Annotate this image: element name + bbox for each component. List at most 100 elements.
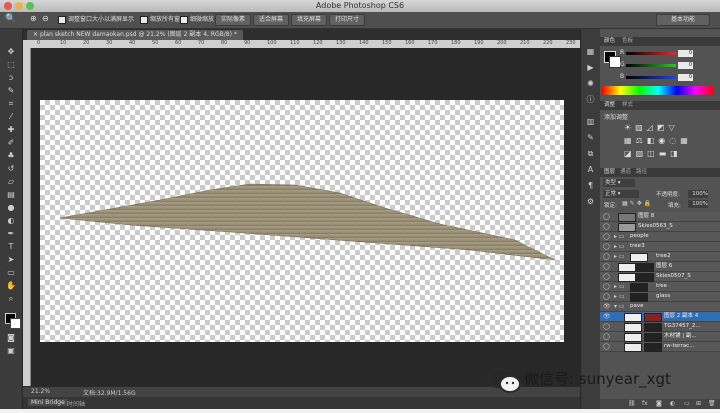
character-panel-icon[interactable]: A <box>585 165 596 175</box>
actual-pixels-button[interactable]: 实际像素 <box>215 14 251 26</box>
channel-b-slider[interactable] <box>626 76 676 79</box>
blur-tool-icon[interactable]: ● <box>4 203 18 213</box>
curves-icon[interactable]: ◿ <box>647 123 657 132</box>
hue-sat-icon[interactable]: ▦ <box>624 136 636 145</box>
fill-input[interactable]: 100% <box>688 200 708 208</box>
layer-row[interactable]: ◯ TG37457_2... <box>600 322 720 332</box>
document-tab[interactable]: ✕ plan sketch NEW damaokan.psd @ 21.2% (… <box>27 30 243 40</box>
brush-preset-icon[interactable]: ✺ <box>585 79 596 89</box>
document-size[interactable]: 文档:32.9M/1.56G <box>83 388 136 397</box>
healing-tool-icon[interactable]: ✚ <box>4 125 18 135</box>
document-canvas[interactable] <box>40 100 564 342</box>
zoom-tool-icon[interactable]: 🔍 <box>5 14 16 24</box>
visibility-icon[interactable]: ◯ <box>603 323 610 330</box>
dodge-tool-icon[interactable]: ◐ <box>4 216 18 226</box>
layer-row[interactable]: ◯ rw-terrac... <box>600 342 720 352</box>
layer-group-row[interactable]: ◯ ▸ ▭ glass <box>600 292 720 302</box>
fit-screen-button[interactable]: 适合屏幕 <box>253 14 289 26</box>
layer-group-row[interactable]: ◯ ▸ ▭ tree2 <box>600 252 720 262</box>
clone-source-icon[interactable]: ⧉ <box>585 149 596 159</box>
color-balance-icon[interactable]: ⚖ <box>636 136 647 145</box>
color-lookup-icon[interactable]: ▦ <box>680 136 692 145</box>
opacity-input[interactable]: 100% <box>688 190 708 198</box>
channel-mixer-icon[interactable]: ◌ <box>669 136 680 145</box>
history-panel-icon[interactable]: ▦ <box>585 47 596 57</box>
visibility-icon[interactable]: 👁 <box>603 313 611 320</box>
canvas-area[interactable] <box>31 48 580 386</box>
tab-layers[interactable]: 图层 <box>604 168 615 177</box>
lock-icons[interactable]: ▦✎✥🔒 <box>622 200 653 207</box>
channel-r-slider[interactable] <box>626 52 676 55</box>
background-color-swatch[interactable] <box>10 318 21 329</box>
layer-filter-kind[interactable]: 类型 ▾ <box>603 179 635 187</box>
layer-group-row[interactable]: 👁 ▾ ▭ pave <box>600 302 720 312</box>
visibility-icon[interactable]: ◯ <box>603 243 610 250</box>
marquee-tool-icon[interactable]: ⬚ <box>4 60 18 70</box>
visibility-icon[interactable]: ◯ <box>603 223 610 230</box>
lasso-tool-icon[interactable]: ↄ <box>4 73 18 83</box>
link-layers-icon[interactable]: ⛓ <box>628 399 636 409</box>
photo-filter-icon[interactable]: ◉ <box>658 136 669 145</box>
workspace-switcher[interactable]: 基本功能 <box>656 14 710 26</box>
black-white-icon[interactable]: ◧ <box>647 136 659 145</box>
visibility-icon[interactable]: ◯ <box>603 273 610 280</box>
zoom-level[interactable]: 21.2% <box>31 388 50 395</box>
path-select-tool-icon[interactable]: ➤ <box>4 255 18 265</box>
tab-adjustments[interactable]: 调整 <box>604 101 615 110</box>
color-spectrum-bar[interactable] <box>602 86 714 95</box>
visibility-icon[interactable]: ◯ <box>603 283 610 290</box>
screen-mode-icon[interactable]: ▣ <box>4 346 18 356</box>
visibility-icon[interactable]: ◯ <box>603 253 610 260</box>
close-doc-icon[interactable]: ✕ <box>33 31 40 38</box>
visibility-icon[interactable]: ◯ <box>603 213 610 220</box>
shape-tool-icon[interactable]: ▭ <box>4 268 18 278</box>
tab-color[interactable]: 颜色 <box>604 37 615 46</box>
properties-panel-icon[interactable]: ▥ <box>585 117 596 127</box>
brush-panel-icon[interactable]: ✎ <box>585 133 596 143</box>
new-adjustment-icon[interactable]: ◐ <box>670 399 675 409</box>
blend-mode-select[interactable]: 正常 ▾ <box>603 190 639 198</box>
hand-tool-icon[interactable]: ✋ <box>4 281 18 291</box>
timeline-tab[interactable]: 时间轴 <box>67 399 85 408</box>
brush-tool-icon[interactable]: ✐ <box>4 138 18 148</box>
layer-group-row[interactable]: ◯ ▸ ▭ people <box>600 232 720 242</box>
layer-group-row[interactable]: ◯ ▸ ▭ tree <box>600 282 720 292</box>
vibrance-icon[interactable]: ▽ <box>668 123 678 132</box>
paragraph-panel-icon[interactable]: ¶ <box>585 181 596 191</box>
new-group-icon[interactable]: ▭ <box>684 399 690 409</box>
type-tool-icon[interactable]: T <box>4 242 18 252</box>
actions-panel-icon[interactable]: ▶ <box>585 63 596 73</box>
crop-tool-icon[interactable]: ⌗ <box>4 99 18 109</box>
mini-bridge-tab[interactable]: Mini Bridge <box>28 399 68 406</box>
layer-row[interactable]: ◯ 图层 8 <box>600 212 720 222</box>
quick-select-tool-icon[interactable]: ✎ <box>4 86 18 96</box>
channel-g-value[interactable]: 0 <box>678 62 693 69</box>
layer-row[interactable]: ◯ 木材铺 | 副... <box>600 332 720 342</box>
channel-r-value[interactable]: 0 <box>678 50 693 57</box>
resize-windows-checkbox[interactable]: 调整窗口大小以满屏显示 <box>58 15 134 24</box>
channel-b-value[interactable]: 0 <box>678 74 693 81</box>
print-size-button[interactable]: 打印尺寸 <box>329 14 365 26</box>
layer-group-row[interactable]: ◯ ▸ ▭ tree3 <box>600 242 720 252</box>
delete-layer-icon[interactable]: 🗑 <box>708 399 716 409</box>
zoom-out-icon[interactable]: ⊖ <box>42 14 49 23</box>
visibility-icon[interactable]: ◯ <box>603 333 610 340</box>
visibility-icon[interactable]: ◯ <box>603 233 610 240</box>
zoom-in-icon[interactable]: ⊕ <box>30 14 37 23</box>
channel-g-slider[interactable] <box>626 64 676 67</box>
info-panel-icon[interactable]: ⓘ <box>585 95 596 105</box>
levels-icon[interactable]: ▨ <box>635 123 647 132</box>
gradient-map-icon[interactable]: ▬ <box>659 149 671 158</box>
tab-channels[interactable]: 通道 <box>620 168 631 177</box>
move-tool-icon[interactable]: ✥ <box>4 47 18 57</box>
layer-row[interactable]: ◯ Skies0507_S <box>600 272 720 282</box>
stamp-tool-icon[interactable]: ♣ <box>4 151 18 161</box>
add-mask-icon[interactable]: ◙ <box>656 399 662 409</box>
new-layer-icon[interactable]: ⊞ <box>696 399 701 409</box>
tab-swatches[interactable]: 色板 <box>622 37 633 46</box>
layer-style-icon[interactable]: fx <box>642 399 648 409</box>
history-brush-icon[interactable]: ↺ <box>4 164 18 174</box>
threshold-icon[interactable]: ◫ <box>647 149 659 158</box>
layer-row-selected[interactable]: 👁 图层 2 副本 4 <box>600 312 720 322</box>
tool-presets-icon[interactable]: ⚙ <box>585 197 596 207</box>
